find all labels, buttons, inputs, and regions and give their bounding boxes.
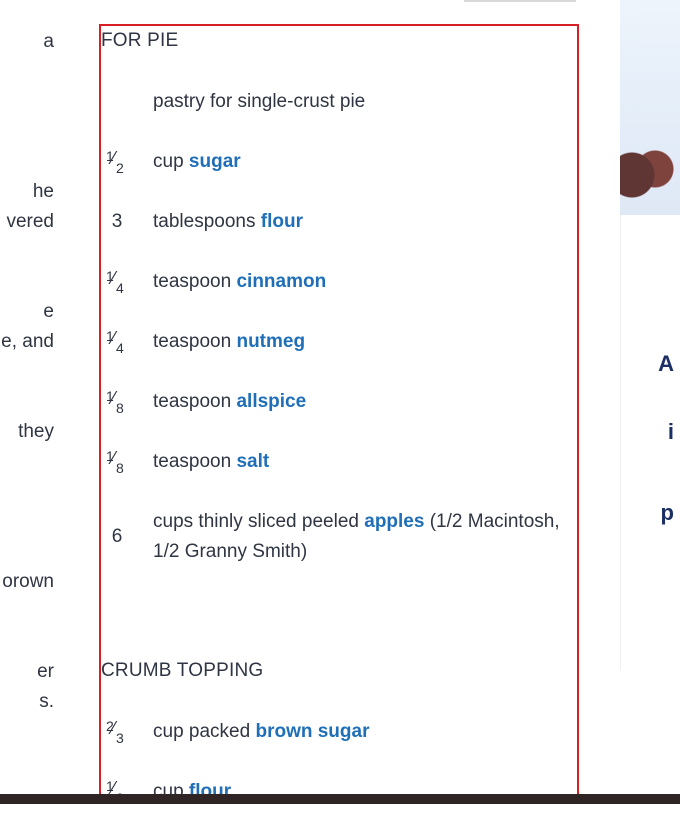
ingredient-unit: cups thinly sliced peeled xyxy=(153,511,359,532)
ingredient-link-apples[interactable]: apples xyxy=(364,511,424,532)
ingredient-unit: teaspoon xyxy=(153,391,232,412)
fraction-1-8: 1 ⁄ 8 xyxy=(106,448,124,476)
ingredient-text: pastry for single-crust pie xyxy=(153,87,561,117)
ingredient-link-allspice[interactable]: allspice xyxy=(236,391,306,412)
promo-text-letter-1: A xyxy=(658,351,674,376)
ingredient-text: tablespoons flour xyxy=(153,207,561,237)
ingredient-qty: 6 xyxy=(111,526,123,547)
right-promo-panel: A i p xyxy=(620,0,680,670)
article-line-5: e, and xyxy=(1,331,54,352)
ingredient-link-salt[interactable]: salt xyxy=(236,451,269,472)
ingredient-qty: 1 ⁄ 4 xyxy=(103,267,131,303)
ingredient-qty: 1 ⁄ 4 xyxy=(103,327,131,363)
ingredient-link-brown-sugar[interactable]: brown sugar xyxy=(255,721,369,742)
ingredient-text: cups thinly sliced peeled apples (1/2 Ma… xyxy=(153,507,561,567)
ingredient-qty: 3 xyxy=(111,211,123,232)
ingredient-link-cinnamon[interactable]: cinnamon xyxy=(236,271,326,292)
fraction-1-8: 1 ⁄ 8 xyxy=(106,388,124,416)
fraction-1-2: 1⁄2 xyxy=(106,148,124,176)
article-text-column: a he vered e e, and they orown er s. xyxy=(0,0,80,794)
fraction-1-4: 1 ⁄ 4 xyxy=(106,328,124,356)
ingredient-qty: 1 ⁄ 8 xyxy=(103,447,131,483)
fraction-2-3: 2 ⁄ 3 xyxy=(106,718,124,746)
ingredient-text: teaspoon nutmeg xyxy=(153,327,561,357)
promo-photo xyxy=(620,0,680,215)
article-line-4: e xyxy=(43,301,54,322)
ingredient-unit: cup xyxy=(153,151,184,172)
ingredient-link-flour[interactable]: flour xyxy=(261,211,303,232)
article-line-8: er xyxy=(37,661,54,682)
article-line-6: they xyxy=(18,421,54,442)
ingredient-text: teaspoon allspice xyxy=(153,387,561,417)
ingredient-unit: pastry for single-crust pie xyxy=(153,91,366,112)
article-line-3: vered xyxy=(6,211,54,232)
article-line-2: he xyxy=(32,181,54,202)
ingredient-qty: 2 ⁄ 3 xyxy=(103,717,131,753)
ingredient-text: teaspoon salt xyxy=(153,447,561,477)
section-title-crumb-topping: CRUMB TOPPING xyxy=(101,660,264,681)
promo-card: A i p xyxy=(620,215,680,670)
top-divider xyxy=(464,0,576,2)
bottom-dark-band xyxy=(0,794,680,804)
ingredient-link-sugar[interactable]: sugar xyxy=(189,151,241,172)
article-line-9: s. xyxy=(39,691,54,712)
ingredient-link-nutmeg[interactable]: nutmeg xyxy=(236,331,305,352)
ingredient-text: cup packed brown sugar xyxy=(153,717,561,747)
article-line-7: orown xyxy=(2,571,54,592)
ingredient-unit: teaspoon xyxy=(153,331,232,352)
ingredient-text: teaspoon cinnamon xyxy=(153,267,561,297)
ingredient-qty: 1⁄2 xyxy=(103,147,131,183)
ingredient-qty: 1 ⁄ 8 xyxy=(103,387,131,423)
ingredient-unit: tablespoons xyxy=(153,211,256,232)
ingredient-text: cup sugar xyxy=(153,147,561,177)
promo-text-letter-2: i xyxy=(667,419,674,444)
section-title-for-pie: FOR PIE xyxy=(101,30,179,51)
recipe-page: a he vered e e, and they orown er s. FOR… xyxy=(0,0,680,828)
ingredient-unit: teaspoon xyxy=(153,451,232,472)
promo-text-letter-3: p xyxy=(660,500,674,525)
fraction-1-4: 1 ⁄ 4 xyxy=(106,268,124,296)
ingredients-panel: FOR PIE pastry for single-crust pie 1 ⁄ 2 … xyxy=(99,24,579,800)
article-line-1: a xyxy=(43,31,54,52)
ingredient-unit: cup packed xyxy=(153,721,251,742)
ingredient-unit: teaspoon xyxy=(153,271,232,292)
